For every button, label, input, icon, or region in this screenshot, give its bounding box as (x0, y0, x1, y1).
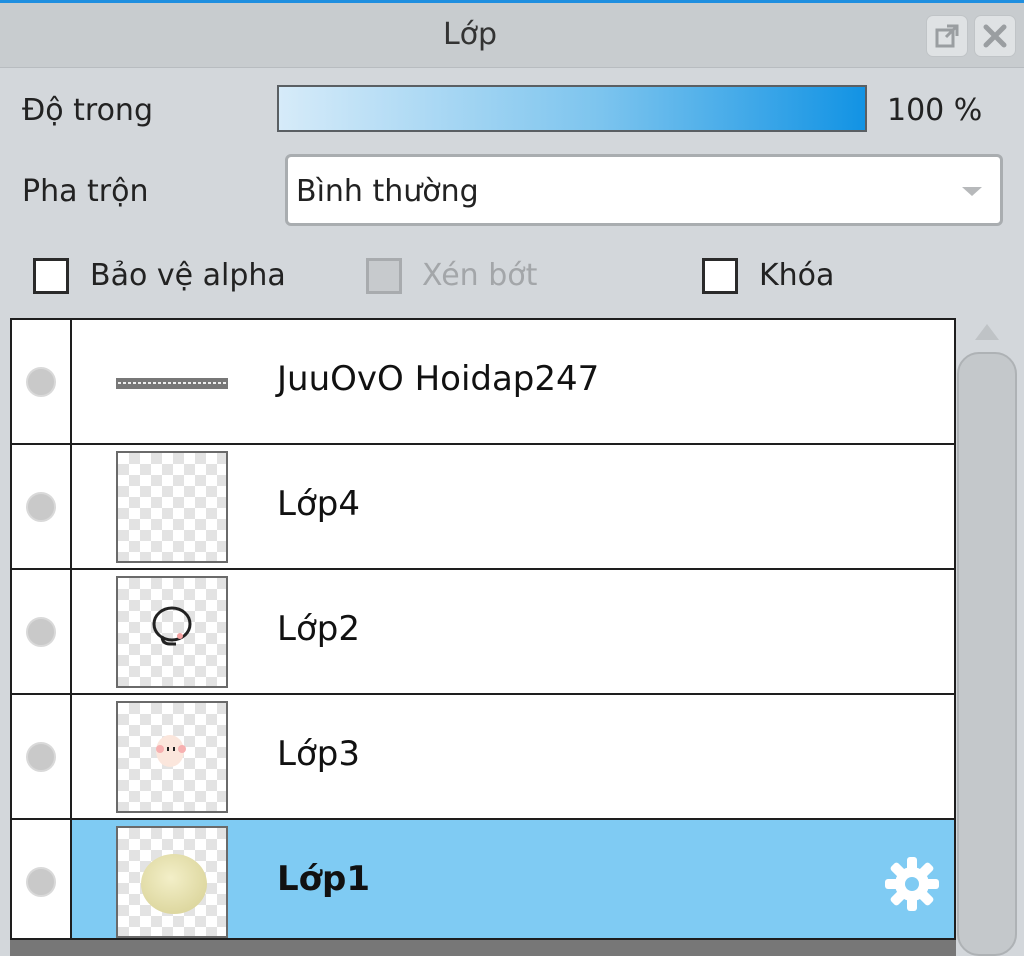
layer-row[interactable]: Lớp3 (12, 695, 954, 820)
visibility-toggle[interactable] (12, 570, 72, 693)
drawing-thumbnail-icon (152, 606, 192, 646)
popout-icon (935, 24, 959, 48)
visibility-dot-icon (26, 367, 56, 397)
drawing-thumbnail-icon (156, 735, 186, 767)
popout-button[interactable] (926, 15, 968, 57)
panel-title: Lớp (442, 17, 498, 52)
lock-checkbox[interactable] (702, 258, 738, 294)
visibility-dot-icon (26, 742, 56, 772)
close-button[interactable] (974, 15, 1016, 57)
layer-name: Lớp4 (277, 484, 360, 524)
visibility-dot-icon (26, 492, 56, 522)
layer-name: Lớp2 (277, 609, 360, 649)
close-icon (983, 24, 1007, 48)
clipping-checkbox[interactable] (366, 258, 402, 294)
layer-list-bottom-edge (10, 940, 956, 956)
opacity-label: Độ trong (22, 93, 153, 128)
opacity-slider[interactable] (277, 85, 867, 132)
layer-name: JuuOvO Hoidap247 (277, 359, 600, 399)
clipping-label: Xén bớt (422, 258, 538, 293)
visibility-dot-icon (26, 867, 56, 897)
layer-thumbnail (116, 451, 228, 563)
chevron-down-icon (962, 187, 982, 196)
visibility-toggle[interactable] (12, 820, 72, 938)
layer-name: Lớp1 (277, 859, 371, 899)
layer-row[interactable]: Lớp2 (12, 570, 954, 695)
protect-alpha-label: Bảo vệ alpha (90, 258, 286, 293)
drawing-thumbnail-icon (141, 854, 207, 914)
protect-alpha-checkbox[interactable] (33, 258, 69, 294)
layer-thumbnail (116, 701, 228, 813)
layer-thumbnail (116, 826, 228, 938)
blend-mode-select[interactable]: Bình thường (285, 154, 1003, 226)
scroll-up-arrow-icon[interactable] (975, 324, 999, 340)
panel-titlebar[interactable]: Lớp (0, 3, 1024, 68)
visibility-toggle[interactable] (12, 695, 72, 818)
layer-list[interactable]: JuuOvO Hoidap247 Lớp4 Lớp2 Lớp3 Lớp1 (10, 318, 956, 940)
lock-label: Khóa (759, 258, 835, 293)
layer-thumbnail (116, 576, 228, 688)
layer-row-selected[interactable]: Lớp1 (12, 820, 954, 938)
layer-thumbnail (116, 326, 228, 438)
text-layer-thumbnail-icon (116, 378, 228, 389)
layer-name: Lớp3 (277, 734, 360, 774)
visibility-toggle[interactable] (12, 445, 72, 568)
scrollbar-thumb[interactable] (957, 352, 1017, 956)
opacity-value: 100 % (887, 93, 983, 128)
opacity-slider-fill (279, 87, 865, 130)
blend-mode-label: Pha trộn (22, 174, 149, 209)
visibility-dot-icon (26, 617, 56, 647)
gear-icon[interactable] (884, 856, 940, 912)
layer-row[interactable]: Lớp4 (12, 445, 954, 570)
visibility-toggle[interactable] (12, 320, 72, 443)
blend-mode-value: Bình thường (296, 174, 479, 209)
layer-row[interactable]: JuuOvO Hoidap247 (12, 320, 954, 445)
